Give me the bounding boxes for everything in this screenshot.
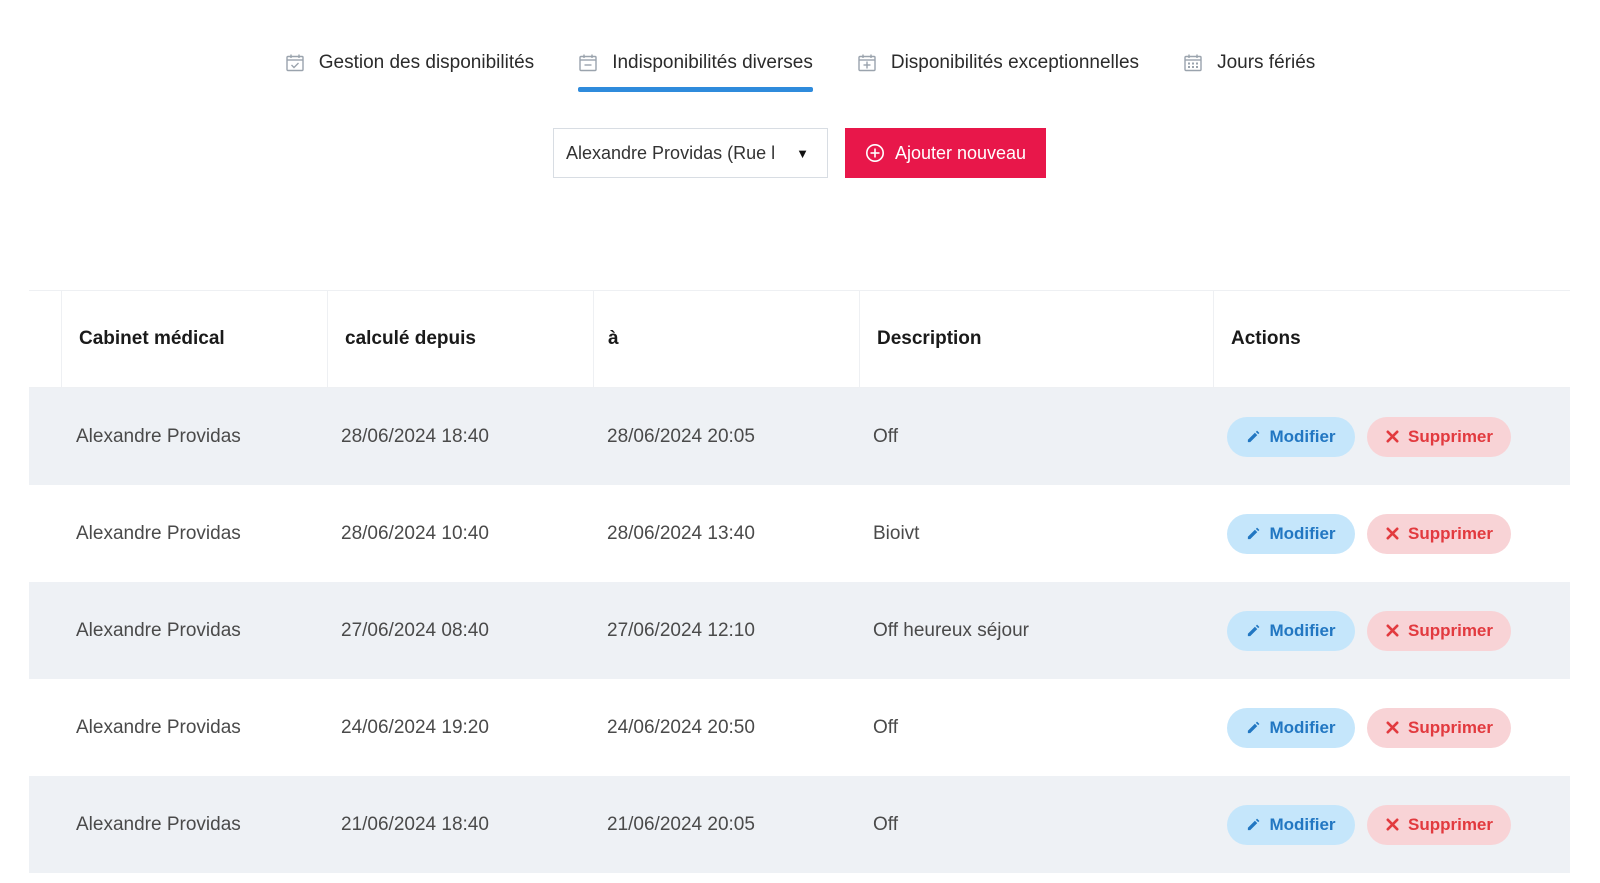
cell-cabinet: Alexandre Providas <box>76 522 241 544</box>
cell-from: 27/06/2024 08:40 <box>341 619 489 641</box>
delete-button[interactable]: Supprimer <box>1367 416 1511 457</box>
cell-from: 28/06/2024 18:40 <box>341 425 489 447</box>
edit-label: Modifier <box>1269 620 1336 640</box>
tab-jours-feries[interactable]: Jours fériés <box>1183 40 1315 86</box>
table-row: Alexandre Providas 27/06/2024 08:40 27/0… <box>29 582 1570 679</box>
tab-indisponibilites-diverses[interactable]: Indisponibilités diverses <box>578 40 813 92</box>
edit-button[interactable]: Modifier <box>1227 804 1355 845</box>
calendar-check-icon <box>285 53 305 73</box>
tab-label: Gestion des disponibilités <box>318 52 535 73</box>
edit-button[interactable]: Modifier <box>1227 513 1355 554</box>
header-to: à <box>593 291 859 387</box>
table-row: Alexandre Providas 28/06/2024 18:40 28/0… <box>29 388 1570 485</box>
edit-button[interactable]: Modifier <box>1227 707 1355 748</box>
plus-circle-icon <box>865 143 885 163</box>
table-header: Cabinet médical calculé depuis à Descrip… <box>29 291 1570 388</box>
header-actions: Actions <box>1213 291 1570 387</box>
cell-actions: Modifier Supprimer <box>1213 416 1570 457</box>
cell-from: 24/06/2024 19:20 <box>341 716 489 738</box>
delete-label: Supprimer <box>1407 620 1494 640</box>
cell-actions: Modifier Supprimer <box>1213 610 1570 651</box>
cell-actions: Modifier Supprimer <box>1213 707 1570 748</box>
delete-button[interactable]: Supprimer <box>1367 804 1511 845</box>
cell-actions: Modifier Supprimer <box>1213 804 1570 845</box>
practitioner-select[interactable]: Alexandre Providas (Rue l ▼ <box>553 128 828 178</box>
header-spacer <box>29 291 61 387</box>
table-body: Alexandre Providas 28/06/2024 18:40 28/0… <box>29 388 1570 873</box>
delete-button[interactable]: Supprimer <box>1367 707 1511 748</box>
tab-gestion-disponibilites[interactable]: Gestion des disponibilités <box>285 40 534 86</box>
edit-label: Modifier <box>1269 523 1336 543</box>
cell-cabinet: Alexandre Providas <box>76 716 241 738</box>
pencil-icon <box>1246 526 1261 541</box>
cell-from: 21/06/2024 18:40 <box>341 813 489 835</box>
cell-cabinet: Alexandre Providas <box>76 619 241 641</box>
cell-description: Off <box>873 813 898 835</box>
header-from: calculé depuis <box>327 291 593 387</box>
cell-description: Bioivt <box>873 522 920 544</box>
add-new-button[interactable]: Ajouter nouveau <box>845 128 1046 178</box>
edit-label: Modifier <box>1269 814 1336 834</box>
cell-description: Off heureux séjour <box>873 619 1029 641</box>
delete-button[interactable]: Supprimer <box>1367 513 1511 554</box>
pencil-icon <box>1246 623 1261 638</box>
table-row: Alexandre Providas 28/06/2024 10:40 28/0… <box>29 485 1570 582</box>
cell-cabinet: Alexandre Providas <box>76 813 241 835</box>
close-icon <box>1385 817 1400 832</box>
close-icon <box>1385 720 1400 735</box>
table-row: Alexandre Providas 21/06/2024 18:40 21/0… <box>29 776 1570 873</box>
header-cabinet: Cabinet médical <box>61 291 327 387</box>
edit-button[interactable]: Modifier <box>1227 610 1355 651</box>
calendar-plus-icon <box>857 53 877 73</box>
table-row: Alexandre Providas 24/06/2024 19:20 24/0… <box>29 679 1570 776</box>
close-icon <box>1385 526 1400 541</box>
cell-to: 28/06/2024 20:05 <box>607 425 755 447</box>
cell-to: 21/06/2024 20:05 <box>607 813 755 835</box>
tab-label: Indisponibilités diverses <box>612 52 813 73</box>
tab-bar: Gestion des disponibilités Indisponibili… <box>0 40 1600 96</box>
add-new-label: Ajouter nouveau <box>894 142 1027 163</box>
tab-label: Disponibilités exceptionnelles <box>890 52 1140 73</box>
close-icon <box>1385 623 1400 638</box>
edit-label: Modifier <box>1269 717 1336 737</box>
header-description: Description <box>859 291 1213 387</box>
delete-label: Supprimer <box>1407 523 1494 543</box>
cell-description: Off <box>873 425 898 447</box>
caret-down-icon: ▼ <box>796 145 809 161</box>
cell-to: 27/06/2024 12:10 <box>607 619 755 641</box>
cell-from: 28/06/2024 10:40 <box>341 522 489 544</box>
cell-actions: Modifier Supprimer <box>1213 513 1570 554</box>
tab-disponibilites-exceptionnelles[interactable]: Disponibilités exceptionnelles <box>857 40 1139 86</box>
delete-label: Supprimer <box>1407 717 1494 737</box>
cell-to: 24/06/2024 20:50 <box>607 716 755 738</box>
pencil-icon <box>1246 720 1261 735</box>
cell-to: 28/06/2024 13:40 <box>607 522 755 544</box>
delete-label: Supprimer <box>1407 426 1494 446</box>
delete-label: Supprimer <box>1407 814 1494 834</box>
unavailability-table: Cabinet médical calculé depuis à Descrip… <box>29 290 1570 873</box>
edit-label: Modifier <box>1269 426 1336 446</box>
tab-label: Jours fériés <box>1217 52 1316 73</box>
cell-description: Off <box>873 716 898 738</box>
pencil-icon <box>1246 429 1261 444</box>
select-value: Alexandre Providas (Rue l <box>566 142 776 163</box>
cell-cabinet: Alexandre Providas <box>76 425 241 447</box>
close-icon <box>1385 429 1400 444</box>
calendar-minus-icon <box>578 53 598 73</box>
pencil-icon <box>1246 817 1261 832</box>
toolbar: Alexandre Providas (Rue l ▼ Ajouter nouv… <box>553 128 1046 178</box>
delete-button[interactable]: Supprimer <box>1367 610 1511 651</box>
edit-button[interactable]: Modifier <box>1227 416 1355 457</box>
calendar-grid-icon <box>1183 53 1203 73</box>
